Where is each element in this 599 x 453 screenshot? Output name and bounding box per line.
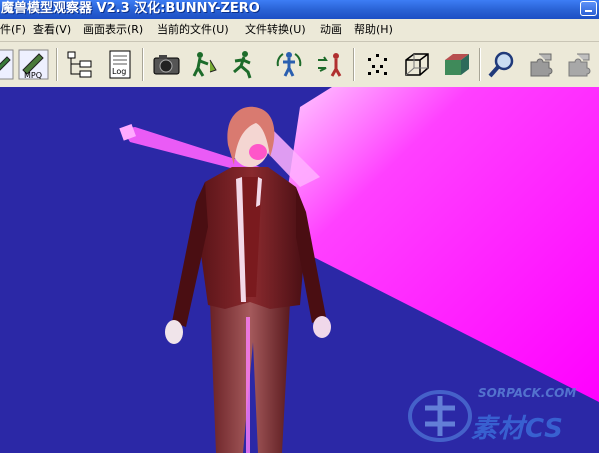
watermark: SORPACK.COM 素材CS (405, 386, 595, 448)
menu-file[interactable]: 件(F) (0, 19, 26, 41)
character-hand-right (313, 316, 331, 338)
swap-figure-icon[interactable] (314, 48, 347, 81)
watermark-url: SORPACK.COM (478, 386, 577, 400)
particle-trail (246, 317, 250, 453)
menu-view[interactable]: 查看(V) (33, 19, 71, 41)
particles-icon[interactable] (361, 48, 394, 81)
watermark-brand: 素材CS (471, 414, 564, 444)
toolbar-separator (142, 48, 144, 81)
particle-glow (249, 144, 267, 160)
magnify-icon[interactable] (485, 48, 518, 81)
character-hand-left (165, 320, 183, 344)
minimize-button[interactable] (580, 1, 597, 16)
pen-icon[interactable] (0, 48, 15, 81)
watermark-logo (408, 390, 472, 442)
puzzle-disabled-icon[interactable] (563, 48, 596, 81)
mpq-icon[interactable]: MPQ (17, 48, 50, 81)
particle-plane (280, 87, 599, 402)
title-bar: 魔兽模型观察器 V2.3 汉化:BUNNY-ZERO (0, 0, 599, 19)
toolbar-separator (353, 48, 355, 81)
toolbar-separator (56, 48, 58, 81)
camera-icon[interactable] (150, 48, 183, 81)
svg-text:MPQ: MPQ (24, 71, 42, 80)
window-title: 魔兽模型观察器 V2.3 汉化:BUNNY-ZERO (1, 1, 260, 16)
wireframe-box-icon[interactable] (400, 48, 433, 81)
menu-current-file[interactable]: 当前的文件(U) (157, 19, 229, 41)
toolbar: MPQ Log (0, 42, 599, 87)
menu-convert[interactable]: 文件转换(U) (245, 19, 306, 41)
log-icon[interactable]: Log (103, 48, 136, 81)
model-pose-icon[interactable] (188, 48, 221, 81)
puzzle-icon[interactable] (525, 48, 558, 81)
solid-box-icon[interactable] (440, 48, 473, 81)
toolbar-separator (479, 48, 481, 81)
menu-help[interactable]: 帮助(H) (354, 19, 393, 41)
model-viewport[interactable]: SORPACK.COM 素材CS (0, 87, 599, 453)
menu-render[interactable]: 画面表示(R) (83, 19, 143, 41)
rotate-figure-icon[interactable] (273, 48, 306, 81)
tree-icon[interactable] (63, 48, 96, 81)
menu-animation[interactable]: 动画 (320, 19, 342, 41)
menu-bar: 件(F) 查看(V) 画面表示(R) 当前的文件(U) 文件转换(U) 动画 帮… (0, 19, 599, 42)
svg-text:Log: Log (112, 67, 126, 76)
run-figure-icon[interactable] (226, 48, 259, 81)
